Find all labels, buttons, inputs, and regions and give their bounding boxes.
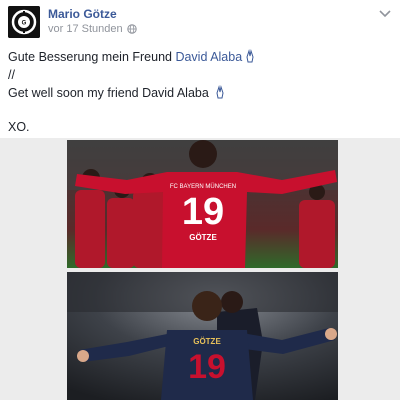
praying-hands-icon [216,85,224,99]
praying-hands-icon [246,49,254,63]
post-message: Gute Besserung mein Freund David Alaba /… [8,48,388,136]
post-meta: vor 17 Stunden [48,23,137,35]
jersey-name: GÖTZE [193,337,221,346]
author-name-link[interactable]: Mario Götze [48,7,117,21]
message-separator: // [8,68,15,82]
chevron-down-icon[interactable] [378,8,392,20]
globe-icon[interactable] [126,24,137,34]
facebook-post: G Mario Götze vor 17 Stunden Gute Besser… [0,0,400,400]
timestamp-link[interactable]: vor 17 Stunden [48,23,123,35]
mention-link-david-alaba[interactable]: David Alaba [175,50,242,64]
jersey-name: GÖTZE [189,233,217,242]
avatar[interactable]: G [8,6,40,38]
svg-text:G: G [22,21,27,27]
message-line-1: Gute Besserung mein Freund David Alaba [8,48,388,66]
photo-2[interactable]: GÖTZE 19 [67,272,338,400]
jersey-club-text: FC BAYERN MÜNCHEN [170,183,236,190]
jersey-number: 19 [182,191,224,233]
message-line-2: Get well soon my friend David Alaba [8,84,388,102]
message-signoff: XO. [8,120,30,134]
jersey-number: 19 [188,348,226,386]
photo-gallery: FC BAYERN MÜNCHEN 19 GÖTZE GÖTZE 19 [0,138,400,400]
post-header: G Mario Götze vor 17 Stunden [8,6,392,38]
photo-1[interactable]: FC BAYERN MÜNCHEN 19 GÖTZE [67,140,338,268]
gotze-logo-icon: G [8,6,40,38]
